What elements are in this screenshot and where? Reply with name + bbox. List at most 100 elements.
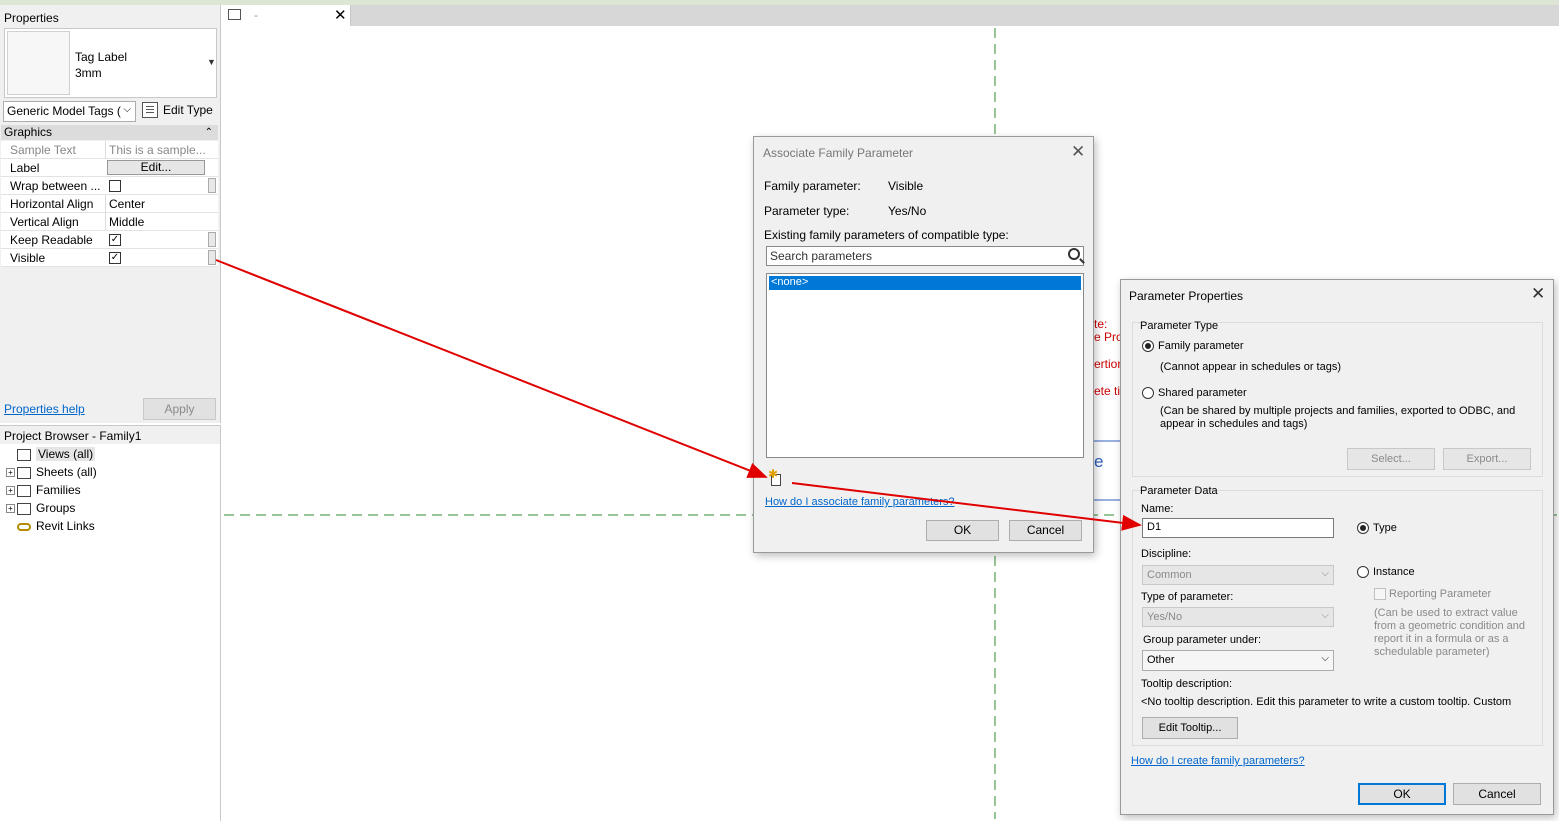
edit-type-label: Edit Type [163, 103, 213, 117]
label-edit-button[interactable]: Edit... [107, 160, 205, 175]
type-of-param-value: Yes/No [1147, 611, 1183, 623]
associate-help-link[interactable]: How do I associate family parameters? [765, 496, 955, 508]
discipline-value: Common [1147, 569, 1192, 581]
close-icon[interactable]: ✕ [334, 6, 347, 24]
ok-button[interactable]: OK [1358, 783, 1446, 805]
chevron-down-icon: ⌵ [1321, 653, 1329, 664]
view-icon [228, 9, 241, 20]
keep-readable-checkbox[interactable]: ✓ [109, 234, 121, 246]
project-browser-title: Project Browser - Family1 [0, 426, 220, 444]
prop-row-sample-text: Sample Text This is a sample... [1, 141, 218, 159]
tree-item-families[interactable]: + Families [6, 481, 81, 499]
instance-radio[interactable] [1357, 566, 1369, 578]
associate-param-button[interactable] [208, 178, 216, 193]
tree-item-views[interactable]: Views (all) [6, 445, 96, 463]
tree-label: Groups [36, 501, 76, 515]
family-param-radio[interactable] [1142, 340, 1154, 352]
close-icon[interactable]: ✕ [1071, 142, 1085, 162]
view-tab[interactable]: - ✕ [222, 5, 351, 26]
chevron-down-icon: ⌵ [123, 104, 131, 115]
tree-label: Families [36, 483, 81, 497]
tree-item-groups[interactable]: + Groups [6, 499, 75, 517]
group-under-label: Group parameter under: [1143, 634, 1262, 646]
export-button[interactable]: Export... [1443, 448, 1531, 470]
prop-row-horizontal-align: Horizontal Align Center [1, 195, 218, 213]
existing-params-label: Existing family parameters of compatible… [764, 228, 1009, 242]
tree-label: Views (all) [36, 447, 96, 461]
reporting-note: from a geometric condition and [1374, 620, 1526, 632]
select-button[interactable]: Select... [1347, 448, 1435, 470]
family-param-note: (Cannot appear in schedules or tags) [1160, 361, 1341, 373]
reporting-note: schedulable parameter) [1374, 646, 1490, 658]
create-params-help-link[interactable]: How do I create family parameters? [1131, 755, 1305, 767]
search-icon [1068, 248, 1080, 260]
discipline-label: Discipline: [1141, 548, 1192, 560]
note-fragment: e Pro [1094, 330, 1123, 344]
shared-param-radio[interactable] [1142, 387, 1154, 399]
cancel-button[interactable]: Cancel [1009, 520, 1082, 541]
wrap-checkbox[interactable] [109, 180, 121, 192]
name-input[interactable]: D1 [1142, 518, 1334, 538]
reporting-param-checkbox[interactable] [1374, 588, 1386, 600]
type-name: Tag Label 3mm [75, 49, 127, 81]
cancel-button[interactable]: Cancel [1453, 783, 1541, 805]
chevron-down-icon: ⌵ [1321, 610, 1329, 621]
name-label: Name: [1141, 503, 1174, 515]
prop-value[interactable]: Middle [105, 213, 206, 230]
prop-label: Horizontal Align [10, 197, 94, 211]
star-icon: ✱ [768, 467, 779, 481]
tree-item-revit-links[interactable]: Revit Links [6, 517, 95, 535]
reporting-note: (Can be used to extract value [1374, 607, 1518, 619]
prop-row-visible: Visible ✓ [1, 249, 218, 267]
graphics-group-header[interactable]: Graphics ⌃ [1, 125, 218, 140]
tree-item-sheets[interactable]: + Sheets (all) [6, 463, 97, 481]
group-under-value: Other [1147, 654, 1175, 666]
new-parameter-button[interactable]: ✱ [768, 467, 783, 487]
apply-button[interactable]: Apply [143, 398, 216, 420]
expand-icon[interactable]: + [6, 504, 15, 514]
associate-param-button[interactable] [208, 232, 216, 247]
dropdown-arrow-icon[interactable]: ▼ [207, 57, 216, 67]
families-icon [17, 484, 31, 497]
group-under-select[interactable]: Other ⌵ [1142, 650, 1334, 671]
edit-type-button[interactable]: Edit Type [140, 100, 218, 122]
tooltip-label: Tooltip description: [1141, 678, 1233, 690]
type-radio[interactable] [1357, 522, 1369, 534]
view-tab-bar [222, 5, 1559, 26]
prop-label: Vertical Align [10, 215, 79, 229]
shared-param-note: (Can be shared by multiple projects and … [1160, 405, 1516, 417]
type-of-param-select[interactable]: Yes/No ⌵ [1142, 607, 1334, 627]
type-of-param-label: Type of parameter: [1141, 591, 1234, 603]
shared-param-label: Shared parameter [1158, 387, 1247, 399]
expand-icon[interactable]: + [6, 468, 15, 478]
associate-param-button[interactable] [208, 250, 216, 265]
type-name-line1: Tag Label [75, 50, 128, 64]
discipline-select[interactable]: Common ⌵ [1142, 565, 1334, 585]
list-item[interactable]: <none> [769, 276, 1081, 290]
search-input[interactable]: Search parameters [766, 246, 1084, 266]
ok-button[interactable]: OK [926, 520, 999, 541]
type-selector[interactable]: Tag Label 3mm ▼ [4, 28, 217, 98]
tree-label: Sheets (all) [36, 465, 97, 479]
edit-type-icon [142, 102, 158, 118]
label-fragment: e [1094, 452, 1104, 471]
edit-tooltip-button[interactable]: Edit Tooltip... [1142, 717, 1238, 739]
collapse-icon[interactable]: ⌃ [205, 125, 213, 140]
parameter-properties-dialog: Parameter Properties ✕ Parameter Type Fa… [1120, 279, 1554, 815]
search-placeholder: Search parameters [770, 249, 873, 263]
family-param-label: Family parameter: [764, 179, 861, 193]
parameter-list[interactable]: <none> [766, 273, 1084, 458]
prop-label: Sample Text [10, 143, 76, 157]
prop-value[interactable]: This is a sample... [105, 141, 206, 158]
parameter-data-group-label: Parameter Data [1140, 485, 1218, 497]
close-icon[interactable]: ✕ [1531, 284, 1545, 304]
family-filter-select[interactable]: Generic Model Tags ( ⌵ [3, 101, 136, 122]
properties-help-link[interactable]: Properties help [4, 402, 85, 416]
prop-value[interactable]: Center [105, 195, 206, 212]
project-browser: Project Browser - Family1 Views (all) + S… [0, 425, 221, 821]
expand-icon[interactable]: + [6, 486, 15, 496]
param-type-label: Parameter type: [764, 204, 850, 218]
prop-label: Label [10, 161, 40, 175]
visible-checkbox[interactable]: ✓ [109, 252, 121, 264]
param-type-value: Yes/No [888, 204, 927, 218]
